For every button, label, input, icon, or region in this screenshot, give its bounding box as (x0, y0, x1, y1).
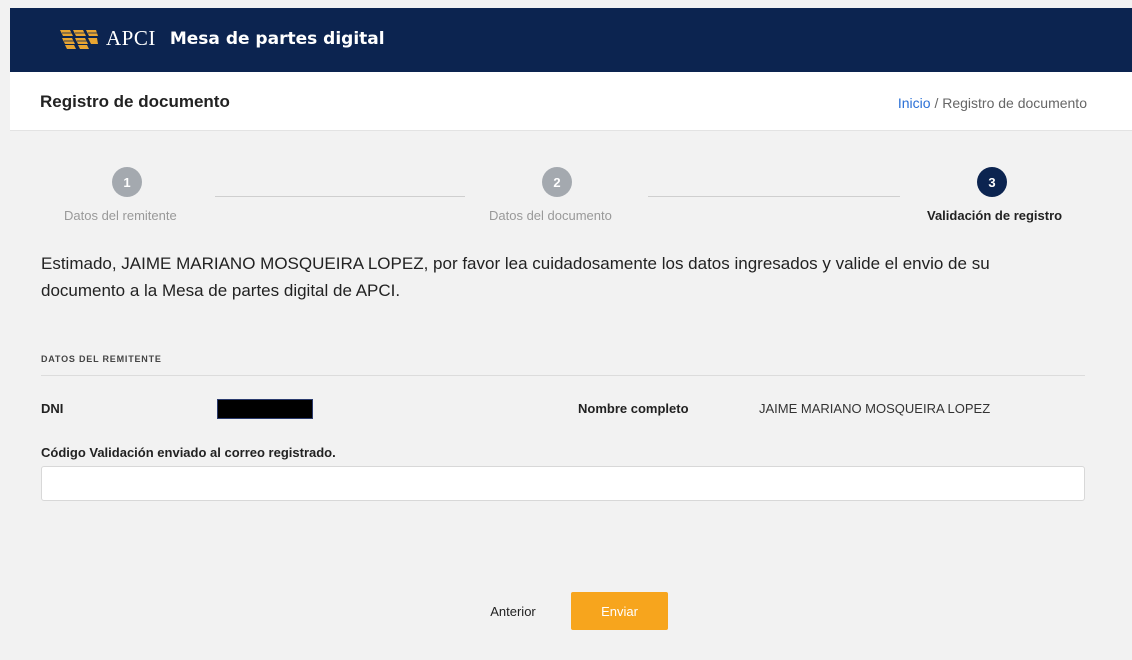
step-connector-2 (648, 196, 900, 197)
intro-text: Estimado, JAIME MARIANO MOSQUEIRA LOPEZ,… (41, 254, 990, 300)
validation-code-input[interactable] (41, 466, 1085, 501)
app-title: Mesa de partes digital (169, 28, 385, 49)
breadcrumb: Inicio / Registro de documento (898, 95, 1087, 111)
step-1-circle: 1 (112, 167, 142, 197)
previous-button[interactable]: Anterior (477, 600, 549, 622)
step-2-circle: 2 (542, 167, 572, 197)
step-3-label: Validación de registro (927, 208, 1063, 223)
breadcrumb-separator: / (934, 95, 939, 111)
step-connector-1 (215, 196, 465, 197)
step-2-label: Datos del documento (489, 208, 612, 223)
full-name-label: Nombre completo (578, 401, 689, 416)
top-navbar: APCI Mesa de partes digital (10, 8, 1132, 72)
breadcrumb-current: Registro de documento (942, 95, 1087, 111)
brand-name: APCI (106, 26, 156, 50)
validation-code-label: Código Validación enviado al correo regi… (41, 445, 336, 460)
apci-emblem-icon (60, 29, 98, 49)
page-title: Registro de documento (40, 92, 230, 111)
section-divider (41, 375, 1085, 376)
full-name-value: JAIME MARIANO MOSQUEIRA LOPEZ (759, 401, 991, 416)
dni-value-redacted (217, 399, 313, 419)
step-1-label: Datos del remitente (64, 208, 177, 223)
apci-logo[interactable]: APCI Mesa de partes digital (60, 26, 385, 51)
step-3-circle: 3 (977, 167, 1007, 197)
section-title-sender: DATOS DEL REMITENTE (41, 354, 162, 364)
dni-label: DNI (41, 401, 64, 416)
page-header: Registro de documento Inicio / Registro … (10, 72, 1132, 131)
breadcrumb-home-link[interactable]: Inicio (898, 95, 931, 111)
send-button[interactable]: Enviar (571, 592, 668, 630)
